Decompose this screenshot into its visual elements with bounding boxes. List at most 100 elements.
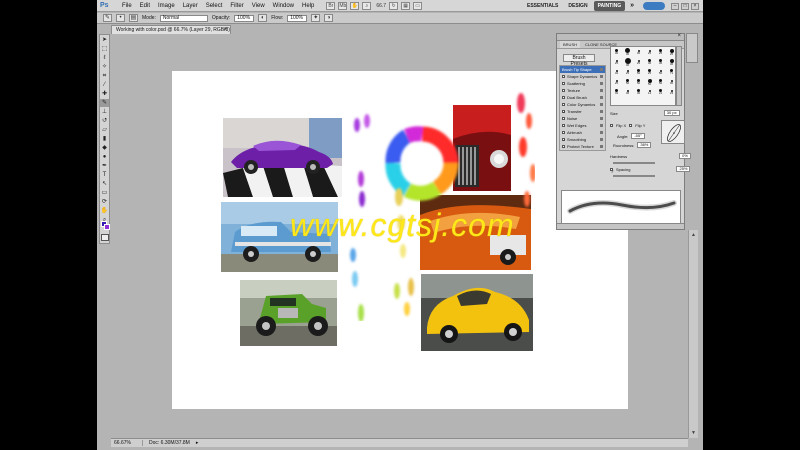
3d-rotate-tool-icon[interactable]: ⟳ [100, 198, 109, 206]
shape-tool-icon[interactable]: ▭ [100, 189, 109, 197]
brush-tip-cell[interactable]: 50 [633, 77, 644, 87]
pressure-opacity-icon[interactable]: ◐ [258, 14, 268, 22]
brush-tip-cell[interactable]: 36 [622, 87, 633, 97]
cs-live-icon[interactable] [643, 2, 665, 10]
collapsed-panel-dock[interactable] [686, 33, 698, 63]
lock-icon[interactable] [600, 103, 603, 106]
brush-option-checkbox[interactable] [562, 145, 565, 148]
brush-tip-cell[interactable]: 25 [611, 77, 622, 87]
brush-option-item[interactable]: Protect Texture [560, 143, 605, 150]
minibridge-icon[interactable]: Mb [338, 1, 348, 10]
brush-tip-cell[interactable]: 25 [633, 57, 644, 67]
maximize-button[interactable]: □ [681, 2, 689, 10]
brush-tip-cell[interactable]: 32 [611, 87, 622, 97]
brush-panel-close-icon[interactable]: × [677, 33, 681, 39]
history-brush-tool-icon[interactable]: ↺ [100, 117, 109, 125]
brush-tip-cell[interactable]: 30 [622, 47, 633, 57]
spacing-slider[interactable] [613, 175, 655, 177]
crop-tool-icon[interactable]: ⌗ [100, 72, 109, 80]
background-color-swatch[interactable] [104, 224, 110, 230]
pen-tool-icon[interactable]: ✒ [100, 162, 109, 170]
healing-brush-tool-icon[interactable]: ✚ [100, 90, 109, 98]
hand-view-icon[interactable]: ✋ [350, 1, 360, 10]
menu-layer[interactable]: Layer [179, 0, 202, 12]
brush-option-item[interactable]: ✓ Smoothing [560, 136, 605, 143]
lock-icon[interactable] [600, 110, 603, 113]
scroll-down-arrow-icon[interactable]: ▼ [690, 430, 697, 436]
arrange-documents-icon[interactable]: ▦ [401, 1, 411, 10]
brush-tool-icon[interactable]: ✎ [103, 14, 112, 22]
brush-tip-cell[interactable]: 36 [655, 57, 666, 67]
dodge-tool-icon[interactable]: ● [100, 153, 109, 161]
menu-window[interactable]: Window [269, 0, 298, 12]
blur-tool-icon[interactable]: ◆ [100, 144, 109, 152]
brush-panel-toggle-icon[interactable]: ▤ [129, 14, 138, 22]
brush-tip-cell[interactable]: 32 [611, 67, 622, 77]
brush-option-checkbox[interactable] [562, 117, 565, 120]
brush-option-item[interactable]: Brush Tip Shape [560, 66, 605, 73]
brush-tip-cell[interactable]: 30 [611, 47, 622, 57]
minimize-button[interactable]: – [671, 2, 679, 10]
status-zoom[interactable]: 66.67% [111, 440, 143, 446]
clone-stamp-tool-icon[interactable]: ⊥ [100, 108, 109, 116]
workspace-painting[interactable]: PAINTING [593, 1, 626, 11]
mode-select[interactable]: Normal [159, 14, 208, 22]
roundness-field[interactable]: 36% [637, 142, 652, 148]
brush-tip-cell[interactable]: 36 [622, 57, 633, 67]
brush-option-item[interactable]: Shape Dynamics [560, 73, 605, 80]
brush-option-checkbox[interactable] [562, 82, 565, 85]
lock-icon[interactable] [600, 68, 603, 71]
flip-y-checkbox[interactable] [629, 124, 633, 127]
more-workspaces-button[interactable]: » [627, 1, 637, 11]
lock-icon[interactable] [600, 82, 603, 85]
spacing-checkbox[interactable]: ✓ [610, 167, 614, 174]
workspace-design[interactable]: DESIGN [564, 1, 591, 11]
size-field[interactable]: 30 px [663, 110, 680, 116]
brush-preset-picker[interactable]: • [116, 14, 125, 22]
close-button[interactable]: × [691, 2, 699, 10]
flow-field[interactable]: 100% [287, 14, 308, 22]
brush-option-item[interactable]: Airbrush [560, 129, 605, 136]
brush-option-item[interactable]: Color Dynamics [560, 101, 605, 108]
tab-brush[interactable]: BRUSH [560, 41, 581, 48]
lock-icon[interactable] [600, 89, 603, 92]
opacity-field[interactable]: 100% [234, 14, 255, 22]
path-select-tool-icon[interactable]: ↖ [100, 180, 109, 188]
hand-tool-icon[interactable]: ✋ [100, 207, 109, 215]
lasso-tool-icon[interactable]: ℓ [100, 54, 109, 62]
workspace-essentials[interactable]: ESSENTIALS [523, 1, 562, 11]
brush-tip-cell[interactable]: 50 [655, 67, 666, 77]
menu-filter[interactable]: Filter [226, 0, 247, 12]
spacing-field[interactable]: 25% [676, 166, 691, 172]
close-tab-icon[interactable]: × [223, 26, 227, 34]
brush-tip-cell[interactable]: 14 [644, 87, 655, 97]
brush-tip-cell[interactable]: 50 [655, 77, 666, 87]
quick-mask-icon[interactable] [101, 234, 109, 241]
status-menu-arrow-icon[interactable]: ▸ [196, 440, 199, 446]
brush-tip-cell[interactable]: 36 [644, 57, 655, 67]
lock-icon[interactable] [600, 75, 603, 78]
menu-image[interactable]: Image [154, 0, 179, 12]
eyedropper-tool-icon[interactable]: ⁄ [100, 81, 109, 89]
lock-icon[interactable] [600, 124, 603, 127]
hardness-field[interactable]: 0% [679, 153, 691, 159]
angle-roundness-widget[interactable] [661, 120, 685, 144]
menu-help[interactable]: Help [298, 0, 318, 12]
brush-option-item[interactable]: Wet Edges [560, 122, 605, 129]
move-tool-icon[interactable]: ➤ [100, 36, 109, 44]
brush-option-checkbox[interactable]: ✓ [562, 138, 566, 142]
menu-edit[interactable]: Edit [136, 0, 154, 12]
brush-option-item[interactable]: Scattering [560, 80, 605, 87]
menu-view[interactable]: View [248, 0, 269, 12]
bridge-icon[interactable]: Br [326, 1, 336, 10]
lock-icon[interactable] [600, 131, 603, 134]
brush-option-item[interactable]: Dual Brush [560, 94, 605, 101]
brush-option-item[interactable]: Texture [560, 87, 605, 94]
lock-icon[interactable] [600, 138, 603, 141]
lock-icon[interactable] [600, 96, 603, 99]
brush-tip-cell[interactable]: 30 [633, 87, 644, 97]
brush-tip-cell[interactable]: 21 [655, 87, 666, 97]
vertical-scrollbar[interactable]: ▲ ▼ [688, 230, 698, 438]
brush-presets-button[interactable]: Brush Presets [563, 54, 595, 67]
lock-icon[interactable] [600, 145, 603, 148]
